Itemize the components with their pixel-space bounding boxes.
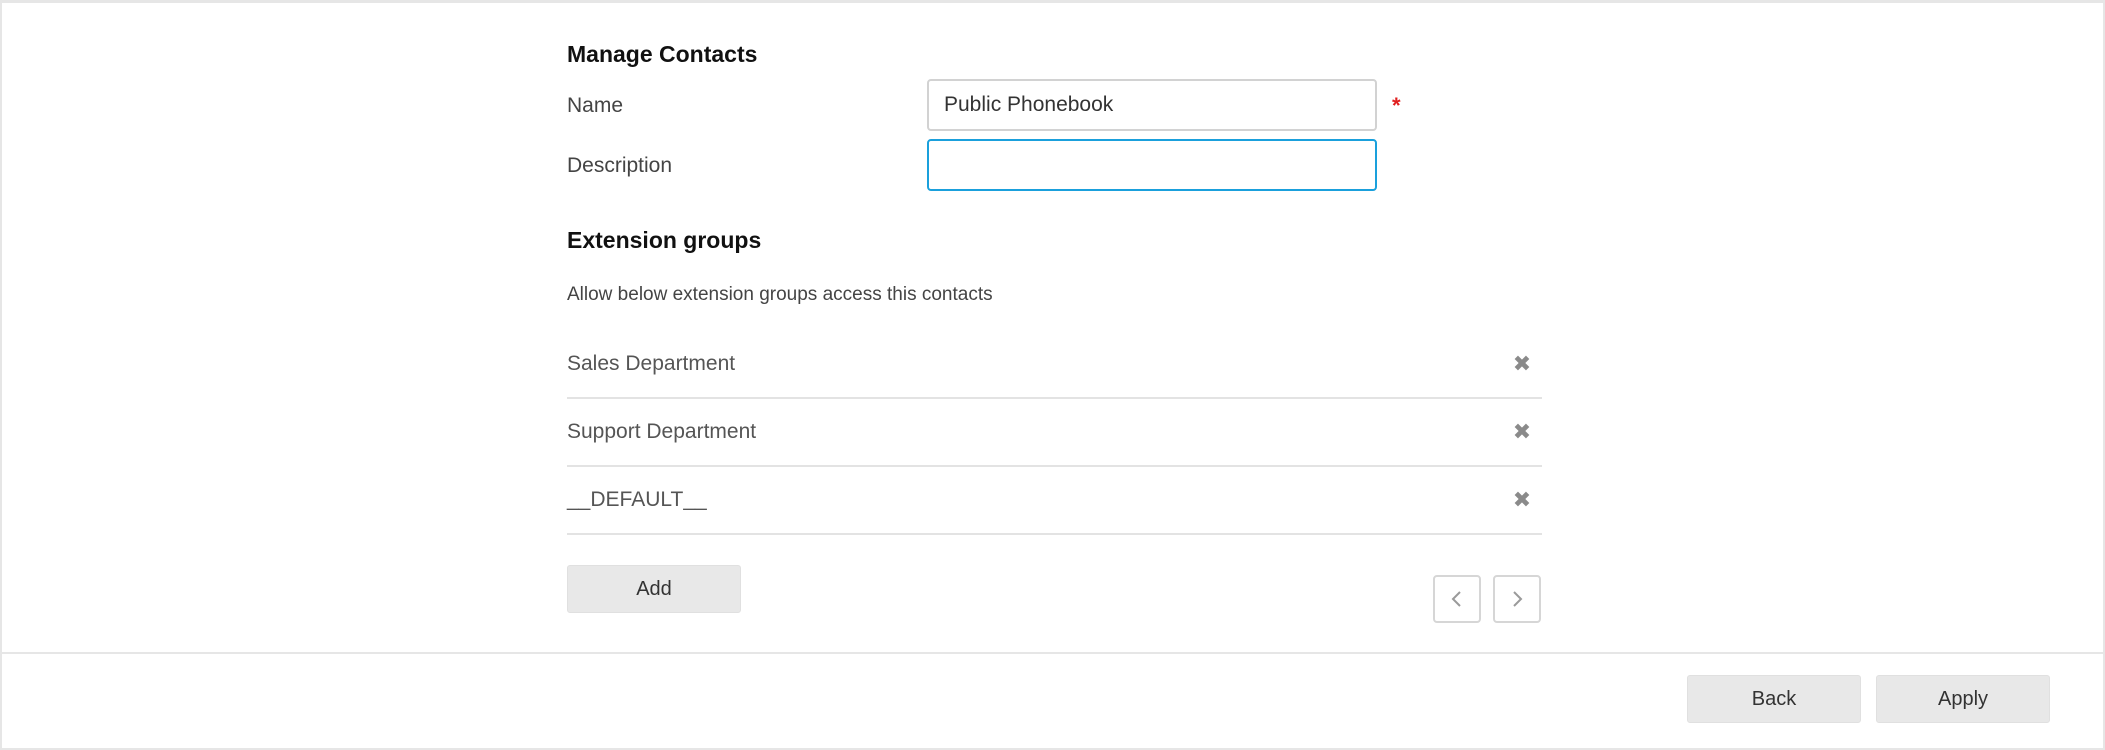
list-item: Sales Department ✖ bbox=[567, 331, 1542, 399]
description-label: Description bbox=[567, 154, 673, 177]
group-name: __DEFAULT__ bbox=[567, 488, 707, 511]
close-icon[interactable]: ✖ bbox=[1510, 351, 1534, 376]
next-page-button[interactable] bbox=[1493, 575, 1541, 623]
manage-contacts-heading: Manage Contacts bbox=[567, 41, 758, 67]
group-name: Sales Department bbox=[567, 352, 736, 375]
extension-groups-hint: Allow below extension groups access this… bbox=[567, 284, 993, 305]
prev-page-button[interactable] bbox=[1433, 575, 1481, 623]
chevron-right-icon bbox=[1513, 591, 1523, 607]
extension-groups-heading: Extension groups bbox=[567, 227, 762, 253]
footer-divider bbox=[2, 652, 2103, 654]
form-panel: Manage Contacts Name * Description Exten… bbox=[0, 0, 2105, 750]
close-icon[interactable]: ✖ bbox=[1510, 487, 1534, 512]
list-item: Support Department ✖ bbox=[567, 399, 1542, 467]
name-input[interactable] bbox=[927, 79, 1377, 131]
back-button[interactable]: Back bbox=[1687, 675, 1861, 723]
apply-button[interactable]: Apply bbox=[1876, 675, 2050, 723]
add-button[interactable]: Add bbox=[567, 565, 741, 613]
name-label: Name bbox=[567, 94, 624, 117]
required-marker: * bbox=[1392, 93, 1401, 118]
extension-group-list: Sales Department ✖ Support Department ✖ … bbox=[567, 331, 1542, 535]
description-input[interactable] bbox=[927, 139, 1377, 191]
chevron-left-icon bbox=[1451, 591, 1461, 607]
close-icon[interactable]: ✖ bbox=[1510, 419, 1534, 444]
group-name: Support Department bbox=[567, 420, 757, 443]
list-item: __DEFAULT__ ✖ bbox=[567, 467, 1542, 535]
